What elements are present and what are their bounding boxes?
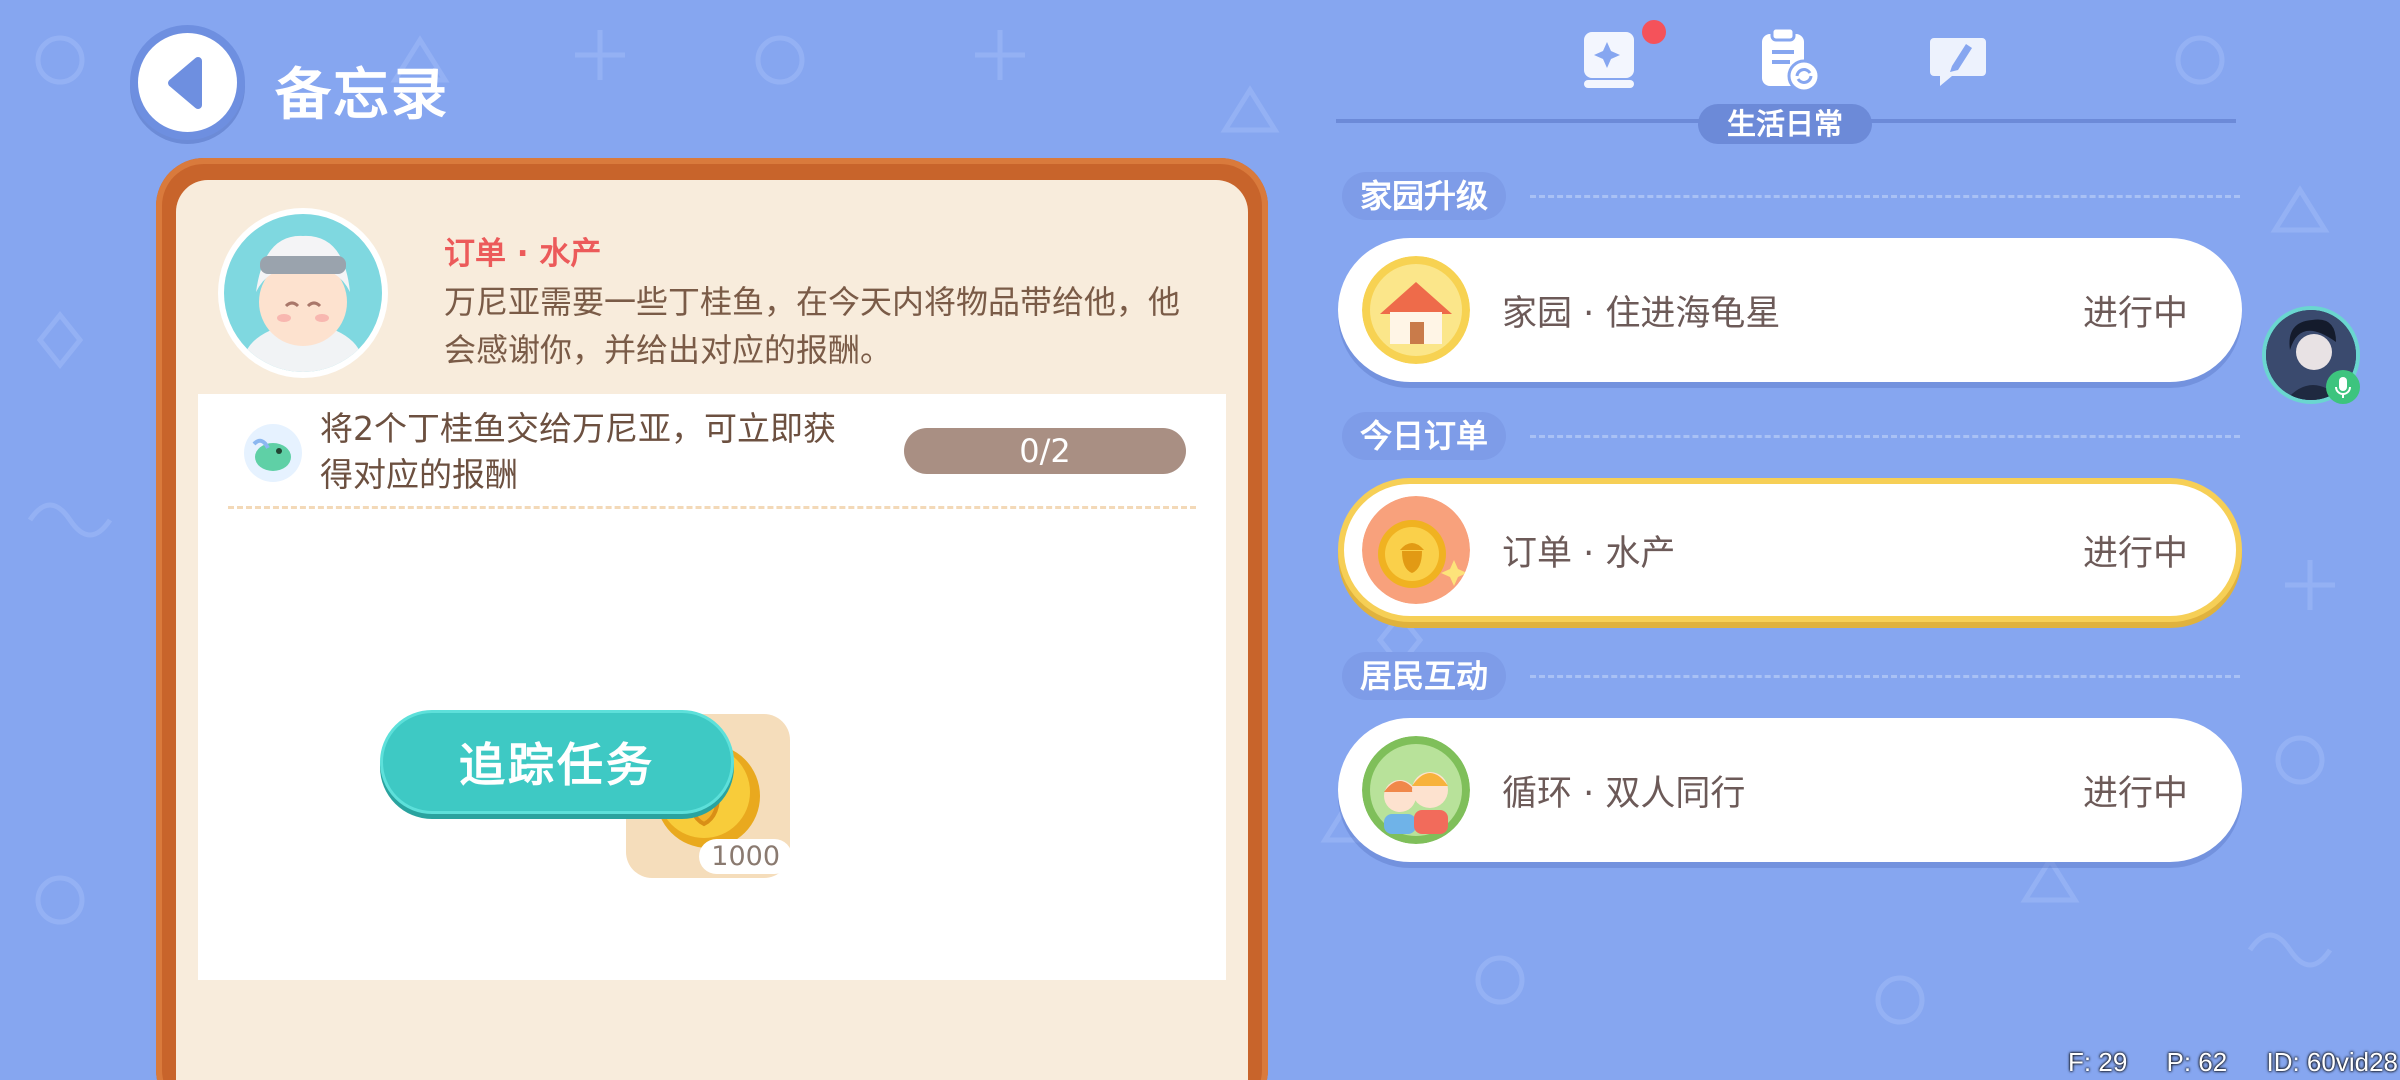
task-area: 将2个丁桂鱼交给万尼亚，可立即获得对应的报酬 0/2: [198, 394, 1226, 980]
section-divider: [1530, 435, 2240, 438]
clipboard-refresh-icon[interactable]: [1756, 26, 1822, 94]
page-title: 备忘录: [275, 63, 449, 128]
debug-f: F: 29: [2068, 1047, 2128, 1077]
debug-p: P: 62: [2166, 1047, 2228, 1077]
task-card-home[interactable]: 家园 · 住进海龟星 进行中: [1338, 238, 2242, 382]
task-progress: 0/2: [904, 428, 1186, 474]
memo-card: 订单 · 水产 万尼亚需要一些丁桂鱼，在今天内将物品带给他，他会感谢你，并给出对…: [156, 158, 1268, 1080]
speech-pencil-icon[interactable]: [1926, 28, 1990, 92]
tab-daily-life[interactable]: 生活日常: [1698, 104, 1872, 144]
npc-avatar: [218, 208, 388, 378]
debug-id: ID: 60vid28: [2266, 1047, 2398, 1077]
section-heading-home-upgrade: 家园升级: [1342, 172, 1507, 220]
task-card-status: 进行中: [2082, 533, 2188, 574]
order-title: 订单 · 水产: [444, 236, 602, 272]
order-description: 万尼亚需要一些丁桂鱼，在今天内将物品带给他，他会感谢你，并给出对应的报酬。: [444, 283, 1181, 369]
task-card-name: 订单 · 水产: [1502, 533, 1676, 574]
task-card-name: 循环 · 双人同行: [1502, 773, 1746, 814]
book-icon[interactable]: [1580, 28, 1640, 92]
debug-info: F: 29 P: 62 ID: 60vid28: [2036, 1047, 2398, 1078]
reward-count: 1000: [699, 839, 792, 874]
notification-dot: [1642, 20, 1666, 44]
task-card-name: 家园 · 住进海龟星: [1502, 293, 1781, 334]
memo-card-body: 订单 · 水产 万尼亚需要一些丁桂鱼，在今天内将物品带给他，他会感谢你，并给出对…: [176, 180, 1248, 1080]
track-task-button[interactable]: 追踪任务: [380, 710, 734, 814]
divider: [228, 506, 1196, 509]
task-card-resident[interactable]: 循环 · 双人同行 进行中: [1338, 718, 2242, 862]
section-heading-today-orders: 今日订单: [1342, 412, 1507, 460]
coin-order-icon: [1362, 496, 1470, 604]
task-card-status: 进行中: [2082, 773, 2188, 814]
task-card-order[interactable]: 订单 · 水产 进行中: [1338, 478, 2242, 622]
section-divider: [1530, 195, 2240, 198]
back-arrow-icon: [167, 56, 202, 109]
npc-portrait-icon: [243, 235, 363, 372]
two-friends-icon: [1362, 736, 1470, 844]
microphone-icon: [2326, 370, 2360, 404]
back-button[interactable]: [130, 25, 245, 140]
task-bird-icon: [244, 424, 302, 482]
house-icon: [1362, 256, 1470, 364]
section-heading-resident-interaction: 居民互动: [1342, 652, 1507, 700]
section-divider: [1530, 675, 2240, 678]
task-requirement: 将2个丁桂鱼交给万尼亚，可立即获得对应的报酬: [320, 409, 836, 494]
task-card-status: 进行中: [2082, 293, 2188, 334]
